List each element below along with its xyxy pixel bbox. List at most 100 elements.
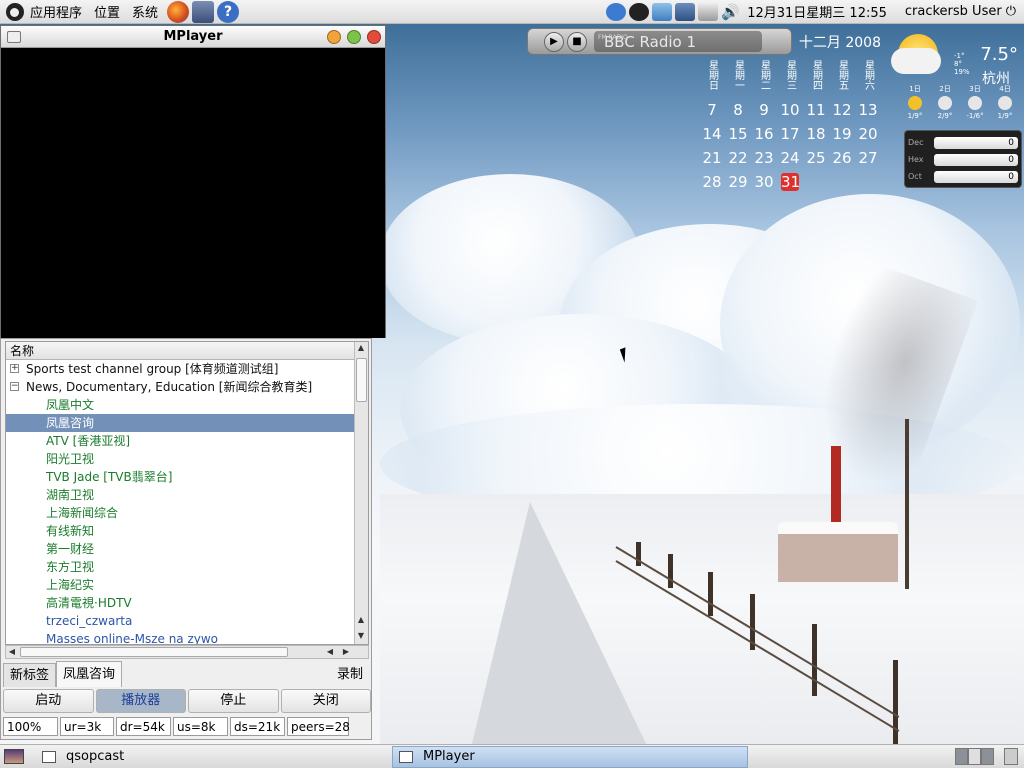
channel-item[interactable]: 第一财经 <box>6 540 368 558</box>
calendar-day[interactable]: 23 <box>751 146 777 170</box>
collapse-icon[interactable]: − <box>10 382 19 391</box>
calendar-day[interactable]: 26 <box>829 146 855 170</box>
channel-item[interactable]: 凤凰中文 <box>6 396 368 414</box>
calendar-day[interactable]: 22 <box>725 146 751 170</box>
calendar-day[interactable]: 15 <box>725 122 751 146</box>
calendar-day[interactable]: 10 <box>777 98 803 122</box>
network-icon[interactable] <box>675 2 696 21</box>
calendar-day[interactable]: 9 <box>751 98 777 122</box>
clock[interactable]: 12月31日星期三 12:55 <box>741 2 895 21</box>
scroll-thumb[interactable] <box>356 358 367 402</box>
calendar-day[interactable]: 14 <box>699 122 725 146</box>
gnome-foot-icon[interactable] <box>6 2 24 21</box>
channel-item[interactable]: Masses online-Msze na zywo <box>6 630 368 644</box>
channel-item[interactable]: 上海纪实 <box>6 576 368 594</box>
calendar-day[interactable]: 8 <box>725 98 751 122</box>
calendar-day-today[interactable]: 31 <box>781 173 800 191</box>
record-button[interactable]: 录制 <box>329 663 371 687</box>
channel-item-selected[interactable]: 凤凰咨询 <box>6 414 354 432</box>
power-icon[interactable]: ⏻ <box>1006 4 1024 19</box>
user-name[interactable]: crackersb User <box>895 4 1006 19</box>
calendar-day[interactable]: 20 <box>855 122 881 146</box>
qq-penguin-icon[interactable] <box>629 2 650 21</box>
expand-icon[interactable]: + <box>10 364 19 373</box>
dec-field[interactable]: 0 <box>934 136 1018 149</box>
oct-field[interactable]: 0 <box>934 170 1018 183</box>
scroll-left-icon[interactable]: ◀ <box>324 646 336 658</box>
calendar-day[interactable]: 7 <box>699 98 725 122</box>
calendar-day[interactable]: 11 <box>803 98 829 122</box>
tab-new[interactable]: 新标签 <box>3 663 57 687</box>
workspace-1[interactable] <box>955 748 968 765</box>
window-menu-icon[interactable] <box>7 31 21 43</box>
horizontal-scrollbar[interactable]: ◀ ◀ ▶ <box>5 645 369 659</box>
firefox-icon[interactable] <box>167 0 190 23</box>
scroll-down-icon[interactable]: ▼ <box>355 630 367 642</box>
channel-item[interactable]: TVB Jade [TVB翡翠台] <box>6 468 368 486</box>
calendar-month: 十二月 2008 <box>798 35 881 51</box>
qq-icon[interactable] <box>606 2 627 21</box>
channel-item[interactable]: 东方卫视 <box>6 558 368 576</box>
trash-icon[interactable] <box>1004 748 1018 765</box>
tree-group-row[interactable]: + Sports test channel group [体育频道测试组] <box>6 360 368 378</box>
workspace-3[interactable] <box>981 748 994 765</box>
menu-applications[interactable]: 应用程序 <box>24 0 88 24</box>
calendar-day[interactable]: 28 <box>699 170 725 194</box>
scroll-thumb[interactable] <box>20 647 288 657</box>
channel-item[interactable]: 湖南卫视 <box>6 486 368 504</box>
mail-icon[interactable] <box>652 2 673 21</box>
channel-tree[interactable]: 名称 + Sports test channel group [体育频道测试组]… <box>5 341 369 645</box>
tree-column-header[interactable]: 名称 <box>6 342 368 360</box>
mplayer-titlebar[interactable]: MPlayer <box>1 26 385 48</box>
calendar-day[interactable]: 27 <box>855 146 881 170</box>
workspace-2[interactable] <box>968 748 981 765</box>
scroll-left-icon[interactable]: ◀ <box>6 646 18 658</box>
converter-row: Hex 0 <box>908 151 1018 168</box>
calendar-day[interactable]: 29 <box>725 170 751 194</box>
channel-item[interactable]: trzeci_czwarta <box>6 612 368 630</box>
tab-active[interactable]: 凤凰咨询 <box>56 661 123 687</box>
help-icon[interactable]: ? <box>217 0 240 23</box>
show-desktop-icon[interactable] <box>4 749 24 764</box>
calendar-day[interactable]: 16 <box>751 122 777 146</box>
start-button[interactable]: 启动 <box>3 689 94 713</box>
calendar-day[interactable]: 21 <box>699 146 725 170</box>
calendar-day[interactable]: 12 <box>829 98 855 122</box>
calendar-day[interactable]: 18 <box>803 122 829 146</box>
play-icon[interactable]: ▶ <box>544 31 564 52</box>
calendar-day[interactable]: 30 <box>751 170 777 194</box>
calendar-day[interactable]: 13 <box>855 98 881 122</box>
stop-button[interactable]: 停止 <box>188 689 279 713</box>
menu-places[interactable]: 位置 <box>88 0 126 24</box>
scroll-right-icon[interactable]: ▶ <box>340 646 352 658</box>
channel-item[interactable]: 高清電視·HDTV <box>6 594 368 612</box>
vertical-scrollbar[interactable]: ▲ ▲ ▼ <box>354 342 368 644</box>
calendar-day[interactable]: 25 <box>803 146 829 170</box>
close-button[interactable]: 关闭 <box>280 689 371 713</box>
channel-item[interactable]: 阳光卫视 <box>6 450 368 468</box>
volume-icon[interactable]: 🔊 <box>721 3 741 21</box>
calendar-day[interactable]: 24 <box>777 146 803 170</box>
hex-field[interactable]: 0 <box>934 153 1018 166</box>
screenshot-icon[interactable] <box>192 0 215 23</box>
channel-item[interactable]: ATV [香港亚视] <box>6 432 368 450</box>
player-button[interactable]: 播放器 <box>95 689 186 713</box>
taskbar-item-qsopcast[interactable]: qsopcast <box>36 746 392 768</box>
cloud-icon <box>891 48 941 74</box>
taskbar-item-mplayer[interactable]: MPlayer <box>392 745 748 768</box>
window-title: MPlayer <box>163 29 223 44</box>
printer-icon[interactable] <box>698 2 719 21</box>
close-icon[interactable] <box>367 30 381 44</box>
stop-icon[interactable]: ■ <box>567 31 587 52</box>
channel-item[interactable]: 上海新闻综合 <box>6 504 368 522</box>
video-area[interactable] <box>1 48 385 338</box>
menu-system[interactable]: 系统 <box>126 0 164 24</box>
tree-group-row[interactable]: − News, Documentary, Education [新闻综合教育类] <box>6 378 368 396</box>
calendar-day[interactable]: 17 <box>777 122 803 146</box>
scroll-up-icon[interactable]: ▲ <box>355 342 367 354</box>
scroll-up-icon[interactable]: ▲ <box>355 614 367 626</box>
channel-item[interactable]: 有线新知 <box>6 522 368 540</box>
calendar-day[interactable]: 19 <box>829 122 855 146</box>
minimize-icon[interactable] <box>327 30 341 44</box>
maximize-icon[interactable] <box>347 30 361 44</box>
